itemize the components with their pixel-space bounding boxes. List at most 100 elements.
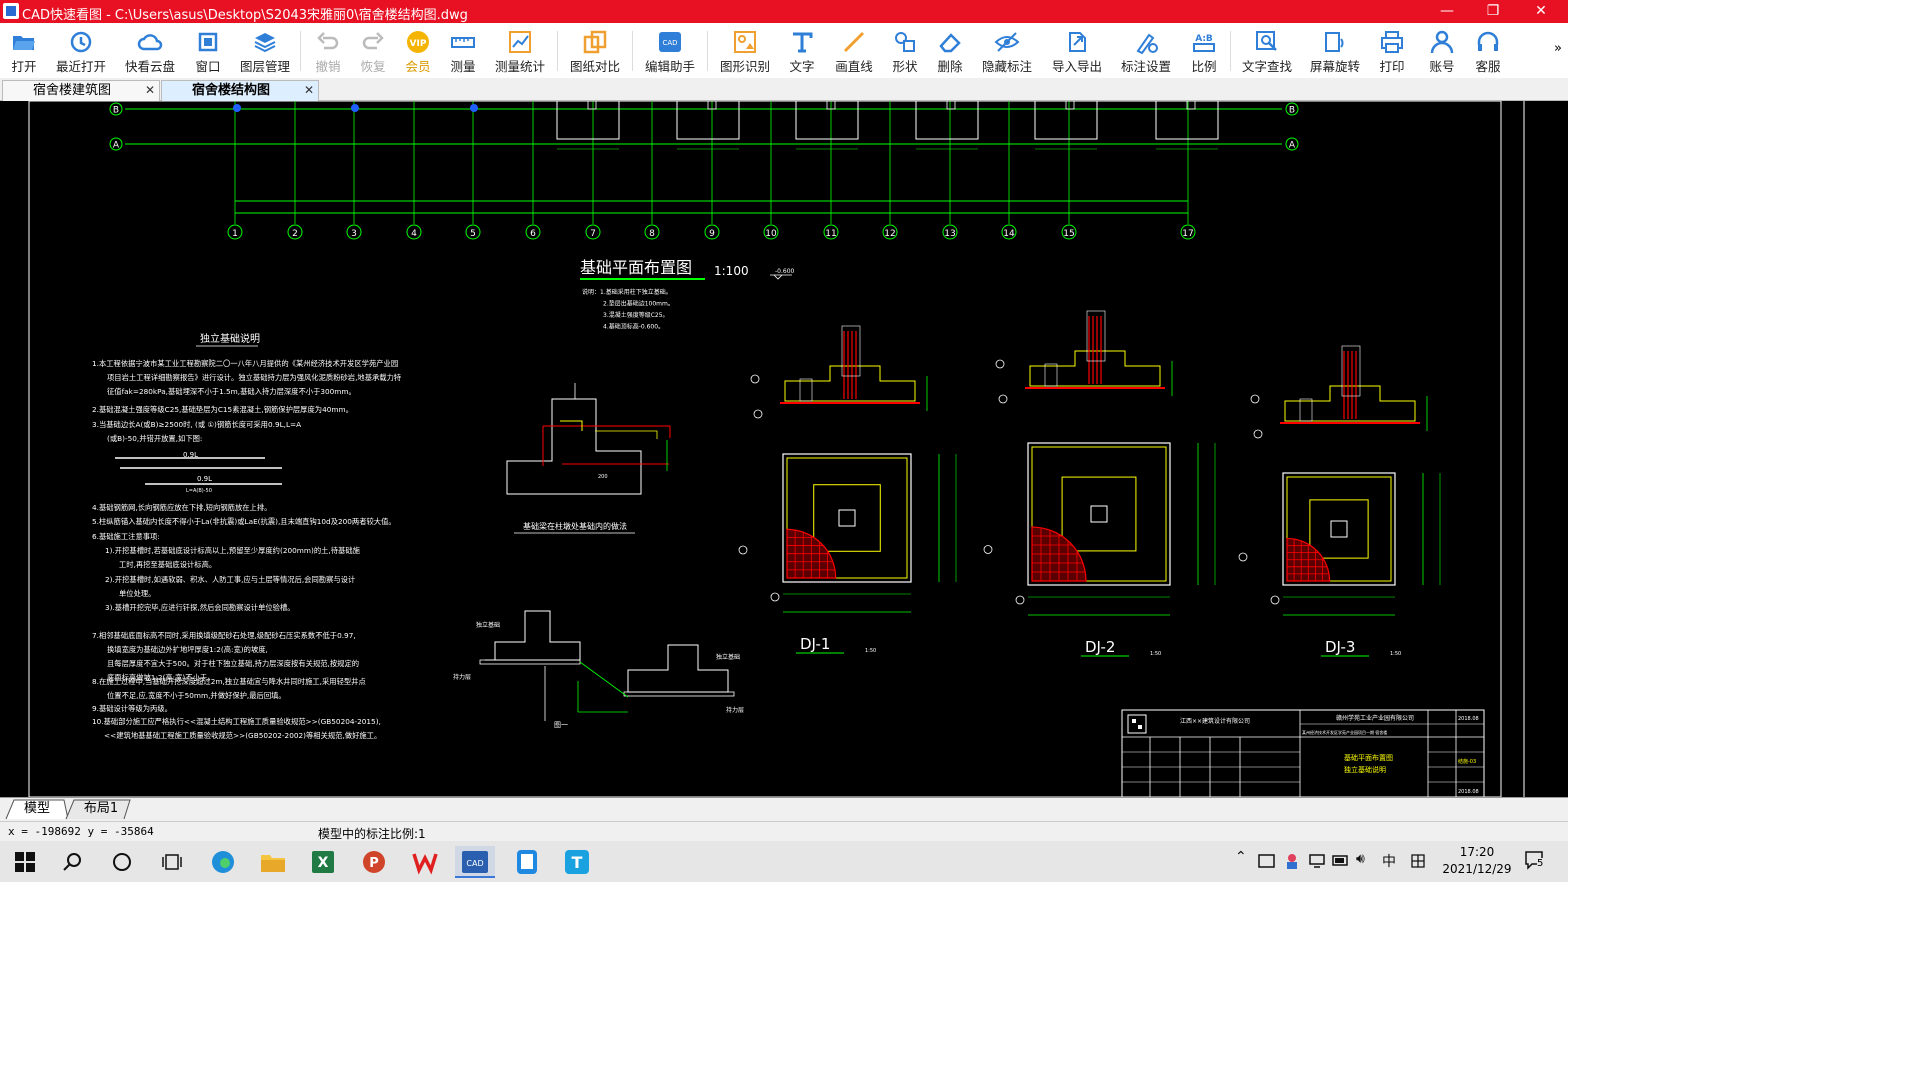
open-button[interactable]: 打开 xyxy=(4,27,44,75)
minimize-button[interactable]: — xyxy=(1424,0,1470,23)
cursor-coordinates: x = -198692 y = -35864 xyxy=(8,825,154,838)
layer-manager-button[interactable]: 图层管理 xyxy=(237,27,293,75)
maximize-button[interactable]: ❐ xyxy=(1470,0,1516,23)
recent-icon xyxy=(70,31,92,53)
drawing-compare-button[interactable]: 图纸对比 xyxy=(566,27,624,75)
svg-text:VIP: VIP xyxy=(410,39,427,49)
foundation-note-line: 1.本工程依据宁波市某工业工程勘察院二〇一八年八月提供的《某州经济技术开发区学苑… xyxy=(92,359,398,368)
drawing-canvas[interactable]: 1 2 3 4 5 6 7 8 9 10 11 12 13 14 15 17 B B A A 基础平面布置图 1:10… xyxy=(0,101,1568,797)
account-button[interactable]: 账号 xyxy=(1422,27,1462,75)
start-button[interactable] xyxy=(5,846,45,878)
wps-app[interactable] xyxy=(405,846,445,878)
draw-line-button[interactable]: 画直线 xyxy=(829,27,879,75)
customer-service-button[interactable]: 客服 xyxy=(1468,27,1508,75)
folder-open-icon xyxy=(13,36,35,50)
close-tab-icon[interactable]: ✕ xyxy=(145,81,155,100)
action-center-button[interactable]: 5 xyxy=(1524,850,1550,872)
file-explorer-app[interactable] xyxy=(253,846,293,878)
volume-icon[interactable]: 🔊︎ xyxy=(1356,851,1365,867)
tablet-icon xyxy=(517,850,537,874)
cad-viewer-app[interactable]: CAD xyxy=(455,846,495,878)
typora-app[interactable]: T xyxy=(557,846,597,878)
foundation-note-line: 6.基础施工注意事项: xyxy=(92,532,160,541)
axis-row-label: A xyxy=(1289,141,1296,151)
close-tab-icon[interactable]: ✕ xyxy=(304,81,314,100)
plan-note-line: 2.垫层出基础边100mm。 xyxy=(603,300,674,308)
axis-col-label: 1 xyxy=(232,229,238,239)
clock-date: 2021/12/29 xyxy=(1442,862,1512,876)
foundation-note-line: 项目岩土工程详细勘察报告》进行设计。独立基础持力层为强风化泥质粉砂岩,地基承载力… xyxy=(107,373,401,382)
measure-stats-button[interactable]: 测量统计 xyxy=(492,27,548,75)
powerpoint-app[interactable]: P xyxy=(354,846,394,878)
redo-button[interactable]: 恢复 xyxy=(353,27,393,75)
tb-company: 江西××建筑设计有限公司 xyxy=(1180,717,1250,725)
excel-app[interactable]: X xyxy=(303,846,343,878)
tray-user-icon[interactable] xyxy=(1284,852,1300,870)
clock-time: 17:20 xyxy=(1459,845,1495,859)
tab-architectural-drawing[interactable]: 宿舍楼建筑图 ✕ xyxy=(2,80,160,101)
compare-icon xyxy=(583,30,607,54)
footing-details: DJ-1 1:50 DJ-2 1:50 DJ-3 1:50 xyxy=(738,310,1441,657)
axis-row-label: B xyxy=(113,106,119,116)
window-title: CAD快速看图 - C:\Users\asus\Desktop\S2043宋雅丽… xyxy=(22,8,468,23)
edge-app[interactable] xyxy=(203,846,243,878)
cortana-button[interactable] xyxy=(102,846,142,878)
task-view-button[interactable] xyxy=(152,846,192,878)
footing-scale: 1:50 xyxy=(1390,651,1401,657)
ime-indicator[interactable]: 中 xyxy=(1382,851,1396,871)
axis-col-label: 14 xyxy=(1003,229,1015,239)
tab-structural-drawing[interactable]: 宿舍楼结构图 ✕ xyxy=(161,80,319,101)
text-search-button[interactable]: 文字查找 xyxy=(1238,27,1296,75)
battery-icon[interactable] xyxy=(1332,854,1350,868)
annotation-settings-button[interactable]: 标注设置 xyxy=(1116,27,1176,75)
hide-icon xyxy=(994,32,1020,52)
screen-rotate-button[interactable]: 屏幕旋转 xyxy=(1306,27,1364,75)
cloud-drive-button[interactable]: 快看云盘 xyxy=(121,27,179,75)
window-button[interactable]: 窗口 xyxy=(188,27,228,75)
print-button[interactable]: 打印 xyxy=(1372,27,1412,75)
shape-icon xyxy=(895,32,915,52)
foundation-note-line: 2).开挖基槽时,如遇软弱、积水、人防工事,应与土层等情况后,会同勘察与设计 xyxy=(105,575,355,584)
dim-l-label: L=A(B)-50 xyxy=(186,488,212,494)
delete-button[interactable]: 删除 xyxy=(930,27,970,75)
tab-layout1[interactable]: 布局1 xyxy=(76,799,126,819)
plan-elevation: -0.600 xyxy=(775,268,795,275)
annotation-scale-text: 模型中的标注比例:1 xyxy=(318,827,426,841)
import-export-button[interactable]: 导入导出 xyxy=(1046,27,1108,75)
axis-row-label: A xyxy=(113,141,120,151)
edge-icon xyxy=(212,851,234,873)
edit-assistant-button[interactable]: CAD 编辑助手 xyxy=(641,27,699,75)
svg-text:A:B: A:B xyxy=(1195,34,1213,44)
foundation-note-line: 1).开挖基槽时,若基础底设计标高以上,预留至少厚度约(200mm)的土,待基础… xyxy=(105,546,361,555)
dim-09l-label: 0.9L xyxy=(183,451,198,459)
vip-button[interactable]: VIP 会员 xyxy=(398,27,438,75)
tray-expand-icon[interactable]: ⌃ xyxy=(1235,849,1247,865)
footing-scale: 1:50 xyxy=(865,648,876,654)
toolbar-more-button[interactable]: » xyxy=(1554,41,1562,56)
shape-recognize-button[interactable]: 图形识别 xyxy=(716,27,774,75)
text-button[interactable]: 文字 xyxy=(782,27,822,75)
annotation-settings-icon xyxy=(1136,33,1158,55)
hide-annotation-button[interactable]: 隐藏标注 xyxy=(978,27,1036,75)
svg-text:P: P xyxy=(369,856,379,871)
tb-date: 2018.08 xyxy=(1458,716,1479,722)
clock[interactable]: 17:20 2021/12/29 xyxy=(1440,844,1514,878)
network-icon[interactable] xyxy=(1308,853,1326,869)
axis-col-label: 8 xyxy=(649,229,655,239)
plan-note-line: 4.基础顶标高-0.600。 xyxy=(603,323,664,331)
plan-notes: 说明：1.基础采用柱下独立基础。 2.垫层出基础边100mm。 3.混凝土强度等级C… xyxy=(582,288,674,331)
shape-button[interactable]: 形状 xyxy=(885,27,925,75)
axis-col-label: 5 xyxy=(470,229,476,239)
tab-model[interactable]: 模型 xyxy=(14,799,60,819)
recent-open-button[interactable]: 最近打开 xyxy=(52,27,110,75)
close-button[interactable]: ✕ xyxy=(1518,0,1564,23)
measure-button[interactable]: 测量 xyxy=(443,27,483,75)
step-caption: 图一 xyxy=(554,721,568,729)
foundation-note-line: 换填宽度为基础边外扩地坪厚度1:2(高:宽)的坡度, xyxy=(107,645,268,654)
ime-mode-icon[interactable] xyxy=(1410,853,1426,869)
tablet-app[interactable] xyxy=(507,846,547,878)
tray-app-icon[interactable] xyxy=(1258,853,1276,869)
scale-button[interactable]: A:B 比例 xyxy=(1184,27,1224,75)
undo-button[interactable]: 撤销 xyxy=(308,27,348,75)
taskbar-search-button[interactable] xyxy=(53,846,93,878)
